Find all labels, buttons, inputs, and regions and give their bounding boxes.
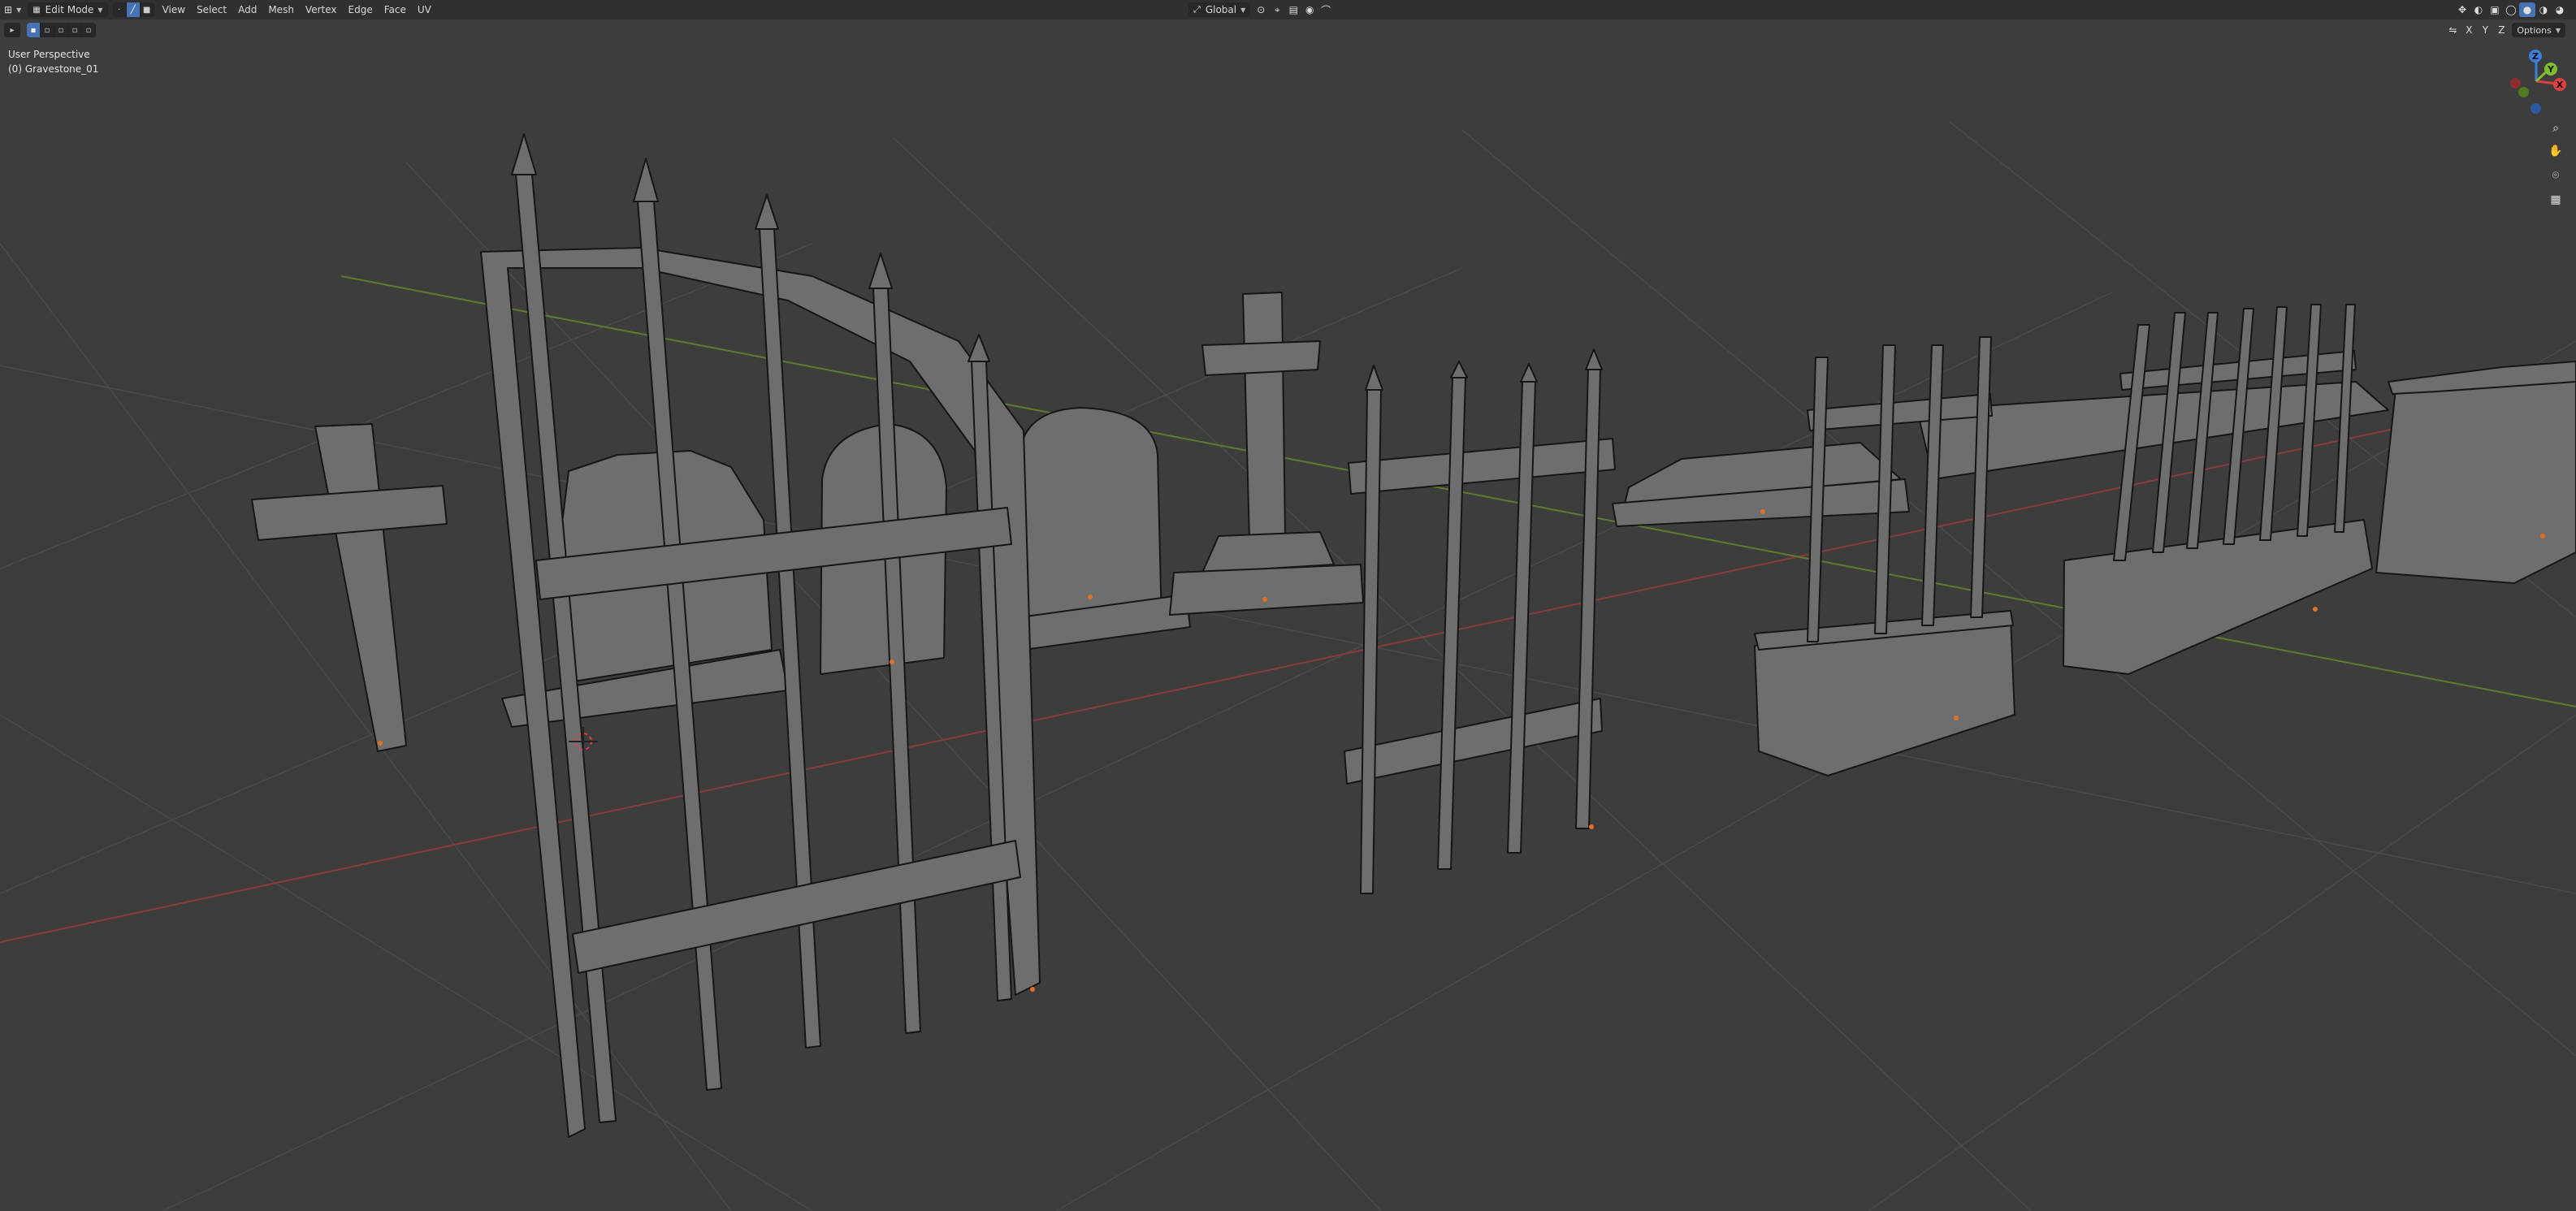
proportional-edit-icon[interactable]: ◉ bbox=[1301, 2, 1318, 17]
editor-type-icon: ⊞ bbox=[4, 4, 13, 15]
transform-orientation-dropdown[interactable]: ⤢ Global ▼ bbox=[1188, 2, 1251, 17]
overlay-toggle-icon[interactable]: ◐ bbox=[2470, 2, 2487, 17]
gizmo-x-axis[interactable]: X bbox=[2553, 78, 2566, 91]
mode-dropdown[interactable]: ▦ Edit Mode ▼ bbox=[28, 2, 108, 17]
gizmo-neg-y-axis[interactable] bbox=[2518, 87, 2529, 97]
menu-edge[interactable]: Edge bbox=[343, 2, 379, 18]
selection-mode-group: ▪ ▫ ▫ ▫ ▫ bbox=[27, 23, 96, 37]
chevron-down-icon: ▼ bbox=[97, 6, 103, 14]
tool-settings-row: ▸ ▪ ▫ ▫ ▫ ▫ ⇋ X Y Z Options ▼ bbox=[0, 21, 2576, 39]
scene-canvas bbox=[0, 121, 2576, 1211]
gizmo-y-axis[interactable]: Y bbox=[2544, 63, 2557, 76]
grid-icon[interactable]: ▦ bbox=[2545, 189, 2566, 210]
select-intersect-icon[interactable]: ▫ bbox=[82, 23, 96, 37]
gizmo-neg-z-axis[interactable] bbox=[2531, 103, 2541, 114]
options-label: Options bbox=[2517, 24, 2552, 36]
edge-select-icon[interactable]: ╱ bbox=[126, 2, 141, 17]
select-tool-icon[interactable]: ▸ bbox=[4, 23, 20, 37]
select-new-icon[interactable]: ▪ bbox=[27, 23, 41, 37]
gizmo-toggle-icon[interactable]: ✥ bbox=[2454, 2, 2470, 17]
object-name: (0) Gravestone_01 bbox=[8, 63, 99, 75]
gizmo-z-axis[interactable]: Z bbox=[2529, 50, 2542, 63]
menu-view[interactable]: View bbox=[157, 2, 191, 18]
menu-add[interactable]: Add bbox=[232, 2, 262, 18]
snap-icon[interactable]: ⌖ bbox=[1269, 2, 1285, 17]
menu-vertex[interactable]: Vertex bbox=[300, 2, 343, 18]
select-invert-icon[interactable]: ▫ bbox=[68, 23, 82, 37]
menu-mesh[interactable]: Mesh bbox=[262, 2, 300, 18]
chevron-down-icon: ▼ bbox=[1240, 6, 1246, 14]
view-name: User Perspective bbox=[8, 49, 90, 60]
wireframe-shading-icon[interactable]: ◯ bbox=[2503, 2, 2519, 17]
chevron-down-icon: ▼ bbox=[16, 6, 22, 14]
select-mode-group: · ╱ ■ bbox=[112, 2, 154, 17]
snap-target-icon[interactable]: ▤ bbox=[1285, 2, 1301, 17]
transform-orientation-label: Global bbox=[1205, 4, 1237, 15]
face-select-icon[interactable]: ■ bbox=[141, 2, 154, 17]
rendered-shading-icon[interactable]: ◕ bbox=[2552, 2, 2568, 17]
camera-icon[interactable]: ⌾ bbox=[2545, 165, 2566, 186]
pivot-icon[interactable]: ⊙ bbox=[1253, 2, 1269, 17]
axis-x-toggle[interactable]: X bbox=[2461, 23, 2477, 37]
vertex-select-icon[interactable]: · bbox=[113, 2, 127, 17]
orientation-icon: ⤢ bbox=[1193, 4, 1201, 15]
axis-z-toggle[interactable]: Z bbox=[2493, 23, 2509, 37]
xray-icon[interactable]: ▣ bbox=[2487, 2, 2503, 17]
axis-y-toggle[interactable]: Y bbox=[2477, 23, 2493, 37]
viewport-header: ⊞ ▼ ▦ Edit Mode ▼ · ╱ ■ View Select Add M… bbox=[0, 0, 2576, 19]
select-extend-icon[interactable]: ▫ bbox=[41, 23, 54, 37]
select-subtract-icon[interactable]: ▫ bbox=[54, 23, 68, 37]
3d-viewport[interactable] bbox=[0, 0, 2576, 1211]
mirror-icon[interactable]: ⇋ bbox=[2444, 23, 2461, 37]
mode-label: Edit Mode bbox=[45, 4, 94, 15]
navigation-gizmo[interactable]: Z X Y bbox=[2486, 45, 2567, 118]
falloff-icon[interactable]: ⌒ bbox=[1318, 2, 1334, 17]
options-dropdown[interactable]: Options ▼ bbox=[2512, 23, 2565, 37]
mode-icon: ▦ bbox=[32, 5, 41, 15]
gizmo-neg-x-axis[interactable] bbox=[2510, 78, 2521, 89]
menu-uv[interactable]: UV bbox=[412, 2, 437, 18]
editor-type-button[interactable]: ⊞ ▼ bbox=[0, 2, 25, 18]
zoom-icon[interactable]: ⌕ bbox=[2545, 118, 2566, 139]
solid-shading-icon[interactable]: ● bbox=[2519, 2, 2535, 17]
material-shading-icon[interactable]: ◑ bbox=[2535, 2, 2552, 17]
chevron-down-icon: ▼ bbox=[2555, 26, 2561, 34]
graveyard-meshes bbox=[251, 133, 2576, 1138]
hand-icon[interactable]: ✋ bbox=[2545, 141, 2566, 162]
menu-select[interactable]: Select bbox=[191, 2, 232, 18]
menu-face[interactable]: Face bbox=[379, 2, 412, 18]
